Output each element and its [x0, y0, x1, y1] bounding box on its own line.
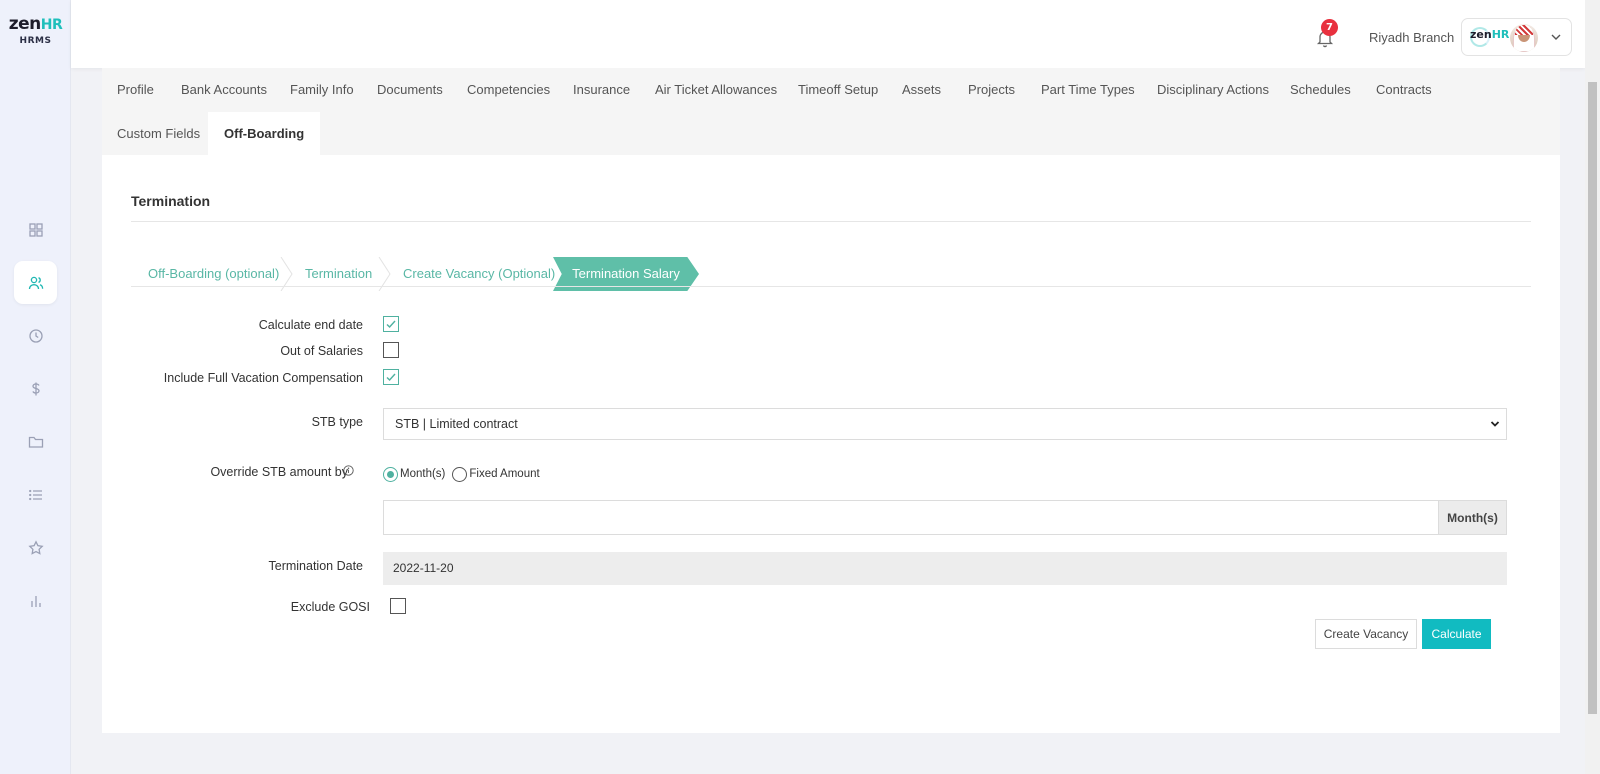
chevron-down-icon: [1551, 34, 1561, 40]
sidebar: zenHR HRMS: [0, 0, 71, 774]
logo-word: zen: [8, 14, 42, 34]
star-icon: [27, 539, 44, 555]
title-divider: [131, 221, 1531, 222]
stb-type-value: STB | Limited contract: [395, 417, 518, 431]
tab-family-info[interactable]: Family Info: [275, 68, 369, 111]
branch-name[interactable]: Riyadh Branch: [1369, 30, 1454, 45]
folder-icon: [28, 436, 43, 448]
info-icon[interactable]: [343, 465, 354, 476]
months-addon: Month(s): [1439, 500, 1507, 535]
list-icon: [28, 489, 42, 500]
company-logo: zenHR: [1470, 28, 1509, 41]
termination-card: Termination Off-Boarding (optional) Term…: [102, 155, 1560, 733]
stb-type-label: STB type: [311, 415, 363, 429]
top-bar: 7 Riyadh Branch zenHR: [71, 0, 1585, 68]
sidebar-item-reports[interactable]: [14, 579, 57, 622]
tab-assets[interactable]: Assets: [887, 68, 956, 111]
company-logo-hr: HR: [1491, 28, 1510, 41]
out-of-salaries-checkbox[interactable]: [383, 342, 399, 358]
calculate-end-date-label: Calculate end date: [258, 318, 363, 332]
tab-schedules[interactable]: Schedules: [1275, 68, 1366, 111]
notification-badge: 7: [1321, 19, 1338, 36]
employee-tabs: Profile Bank Accounts Family Info Docume…: [102, 68, 1560, 155]
page-scrollbar[interactable]: [1585, 0, 1600, 774]
exclude-gosi-label: Exclude GOSI: [290, 600, 370, 614]
exclude-gosi-checkbox[interactable]: [390, 598, 406, 614]
calculate-end-date-checkbox[interactable]: [383, 316, 399, 332]
tab-air-ticket-allowances[interactable]: Air Ticket Allowances: [640, 68, 792, 111]
fixed-amount-radio-label: Fixed Amount: [469, 468, 540, 480]
section-title: Termination: [131, 193, 211, 209]
avatar: [1510, 24, 1538, 52]
check-icon: [386, 320, 396, 329]
tab-contracts[interactable]: Contracts: [1361, 68, 1447, 111]
sidebar-item-documents[interactable]: [14, 420, 57, 463]
include-full-vacation-checkbox[interactable]: [383, 369, 399, 385]
tab-custom-fields[interactable]: Custom Fields: [102, 112, 215, 155]
override-stb-options: Month(s) Fixed Amount: [383, 466, 540, 482]
months-radio[interactable]: [383, 466, 398, 482]
check-icon: [386, 373, 396, 382]
tab-timeoff-setup[interactable]: Timeoff Setup: [783, 68, 893, 111]
users-icon: [28, 276, 43, 289]
scrollbar-thumb[interactable]: [1588, 82, 1597, 714]
sidebar-item-time[interactable]: [14, 314, 57, 357]
out-of-salaries-label: Out of Salaries: [280, 344, 363, 358]
fixed-amount-radio[interactable]: [452, 466, 468, 482]
sidebar-item-payroll[interactable]: [14, 367, 57, 410]
tab-insurance[interactable]: Insurance: [558, 68, 645, 111]
tab-part-time-types[interactable]: Part Time Types: [1026, 68, 1150, 111]
tab-projects[interactable]: Projects: [953, 68, 1030, 111]
dollar-icon: [31, 382, 40, 395]
steps-divider: [131, 286, 1531, 287]
dashboard-icon: [28, 222, 43, 237]
clock-icon: [28, 328, 43, 343]
termination-date-field: 2022-11-20: [383, 552, 1507, 585]
bar-chart-icon: [30, 595, 41, 607]
logo-hr: HR: [40, 17, 63, 33]
tab-competencies[interactable]: Competencies: [452, 68, 565, 111]
sidebar-item-lists[interactable]: [14, 473, 57, 516]
chevron-down-icon: [1490, 421, 1500, 427]
create-vacancy-button[interactable]: Create Vacancy: [1315, 619, 1417, 649]
tab-bank-accounts[interactable]: Bank Accounts: [166, 68, 282, 111]
months-radio-label: Month(s): [400, 468, 446, 480]
sidebar-item-favorites[interactable]: [14, 526, 57, 569]
logo-subtitle: HRMS: [19, 36, 52, 46]
calculate-button[interactable]: Calculate: [1422, 619, 1491, 649]
profile-menu[interactable]: zenHR: [1461, 18, 1572, 56]
override-stb-input[interactable]: [383, 500, 1439, 535]
tab-disciplinary-actions[interactable]: Disciplinary Actions: [1142, 68, 1284, 111]
override-stb-label: Override STB amount by: [210, 465, 348, 479]
sidebar-item-dashboard[interactable]: [14, 208, 57, 251]
sidebar-item-users[interactable]: [14, 261, 57, 304]
termination-date-label: Termination Date: [268, 559, 364, 573]
stb-type-select[interactable]: STB | Limited contract: [383, 408, 1507, 440]
tab-profile[interactable]: Profile: [102, 68, 169, 111]
tab-documents[interactable]: Documents: [362, 68, 458, 111]
app-logo[interactable]: zenHR HRMS: [0, 14, 71, 46]
tab-off-boarding[interactable]: Off-Boarding: [208, 112, 321, 155]
include-full-vacation-label: Include Full Vacation Compensation: [163, 371, 363, 385]
company-logo-word: zen: [1470, 28, 1492, 41]
